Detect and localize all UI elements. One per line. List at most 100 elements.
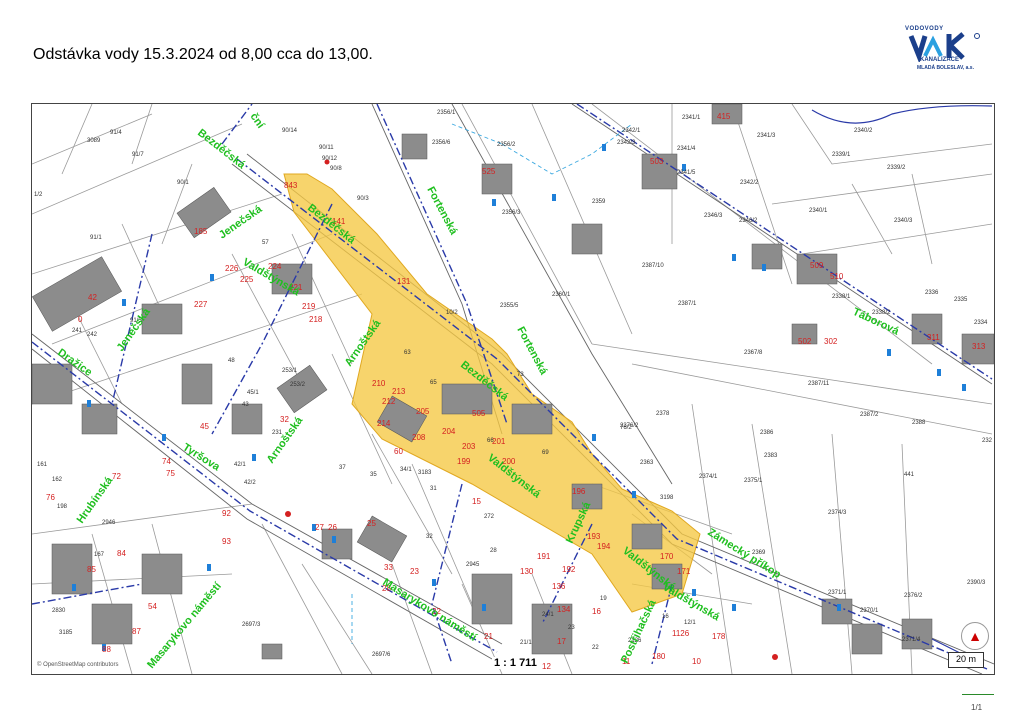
parcel-number: 3198: [660, 495, 674, 501]
company-logo: VODOVODY KANALIZACE MLADÁ BOLESLAV, a.s.: [905, 26, 985, 74]
house-number: 15: [472, 497, 481, 506]
map-scale-bar: 20 m: [948, 652, 984, 668]
parcel-number: 272: [484, 514, 495, 520]
map-view[interactable]: 843 185 42 0 227 226 225 224 221 219 218…: [31, 103, 995, 675]
house-number: 84: [117, 549, 126, 558]
house-number: 219: [302, 302, 316, 311]
parcel-number: 2356/2: [497, 142, 516, 148]
parcel-number: 43: [242, 402, 249, 408]
parcel-number: 2338/1: [832, 294, 851, 300]
parcel-number: 2375/1: [744, 478, 763, 484]
parcel-number: 2355/5: [500, 303, 519, 309]
house-number: 45: [200, 422, 209, 431]
parcel-number: 63: [404, 350, 411, 356]
house-number: 843: [284, 181, 298, 190]
page-number: 1/1: [971, 703, 983, 712]
parcel-number: 2387/11: [808, 381, 830, 387]
house-number: 171: [677, 567, 691, 576]
street-label: Valdštýnská: [661, 581, 723, 624]
house-number: 42: [88, 293, 97, 302]
house-number: 510: [830, 272, 844, 281]
house-number: 218: [309, 315, 323, 324]
parcel-number: 12/1: [684, 620, 696, 626]
parcel-number: 23: [568, 625, 575, 631]
house-number: 313: [972, 342, 986, 351]
house-number: 192: [562, 565, 576, 574]
parcel-number: 2334: [974, 320, 988, 326]
house-number: 72: [112, 472, 121, 481]
north-arrow-icon[interactable]: ▲: [961, 622, 989, 650]
parcel-number: 34/1: [400, 467, 412, 473]
parcel-number: 3183: [418, 470, 432, 476]
parcel-number: 65: [430, 380, 437, 386]
parcel-number: 90/11: [319, 145, 334, 151]
house-number: 17: [557, 637, 566, 646]
house-number: 134: [557, 605, 571, 614]
house-number: 75: [166, 469, 175, 478]
house-number: 311: [927, 333, 940, 342]
street-label: Tyršova: [180, 441, 222, 474]
house-number: 26: [328, 523, 337, 532]
parcel-number: 45/1: [247, 390, 259, 396]
house-number: 509: [810, 261, 824, 270]
parcel-number: 91/1: [90, 235, 102, 241]
parcel-number: 2342/2: [740, 180, 759, 186]
house-number: 199: [457, 457, 471, 466]
logo-line2: MLADÁ BOLESLAV, a.s.: [917, 65, 974, 71]
house-number: 12: [542, 662, 551, 671]
parcel-number: 90/14: [282, 128, 298, 134]
house-number: 33: [384, 563, 393, 572]
house-number: 204: [442, 427, 456, 436]
parcel-number: 242: [87, 332, 98, 338]
parcel-number: 32: [426, 534, 433, 540]
parcel-number: 2945: [466, 562, 480, 568]
parcel-number: 2363: [640, 460, 654, 466]
parcel-number: 10/2: [446, 310, 458, 316]
street-label: Hrubínská: [75, 474, 116, 526]
parcel-number: 441: [904, 472, 915, 478]
house-number: 205: [416, 407, 430, 416]
parcel-number: 91/4: [110, 130, 122, 136]
house-number: 302: [824, 337, 838, 346]
parcel-number: 2342/1: [622, 128, 641, 134]
parcel-number: 2378: [656, 411, 670, 417]
parcel-number: 2367/8: [744, 350, 763, 356]
house-number: 208: [412, 433, 426, 442]
street-label: Fortenská: [424, 185, 460, 238]
logo-line1: KANALIZACE: [920, 57, 959, 63]
house-number: 196: [572, 487, 586, 496]
house-number: 21: [484, 632, 493, 641]
parcel-number: 2339/1: [832, 152, 851, 158]
house-number: 191: [537, 552, 551, 561]
house-number: 212: [382, 397, 396, 406]
house-number: 525: [482, 167, 496, 176]
parcel-number: 22: [592, 645, 599, 651]
parcel-number: 66: [487, 438, 494, 444]
parcel-number: 28: [490, 548, 497, 554]
house-number: 226: [225, 264, 239, 273]
house-number: 76: [46, 493, 55, 502]
parcel-number: 2376/2: [904, 593, 923, 599]
house-number: 16: [592, 607, 601, 616]
parcel-number: 2383: [764, 453, 778, 459]
parcel-number: 42/1: [234, 462, 246, 468]
parcel-number: 3185: [59, 630, 73, 636]
parcel-number: 2340/1: [809, 208, 828, 214]
parcel-number: 2388: [912, 420, 926, 426]
water-connections: [811, 105, 993, 655]
parcel-number: 2387/2: [860, 412, 879, 418]
house-number: 1126: [672, 629, 690, 638]
parcel-number: 90/3: [357, 196, 369, 202]
parcel-number: 2697/3: [242, 622, 261, 628]
parcel-number: 90/8: [330, 166, 342, 172]
parcel-number: 2390/3: [967, 580, 986, 586]
parcel-number: 2340/3: [894, 218, 913, 224]
parcel-number: 90/1: [177, 180, 189, 186]
house-number: 227: [194, 300, 208, 309]
parcel-number: 2341/4: [677, 146, 696, 152]
parcel-number: 2356/6: [432, 140, 451, 146]
parcel-number: 162: [52, 477, 63, 483]
parcel-number: 2387/1: [678, 301, 697, 307]
parcel-number: 2374/3: [828, 510, 847, 516]
parcel-number: 253/1: [282, 368, 298, 374]
